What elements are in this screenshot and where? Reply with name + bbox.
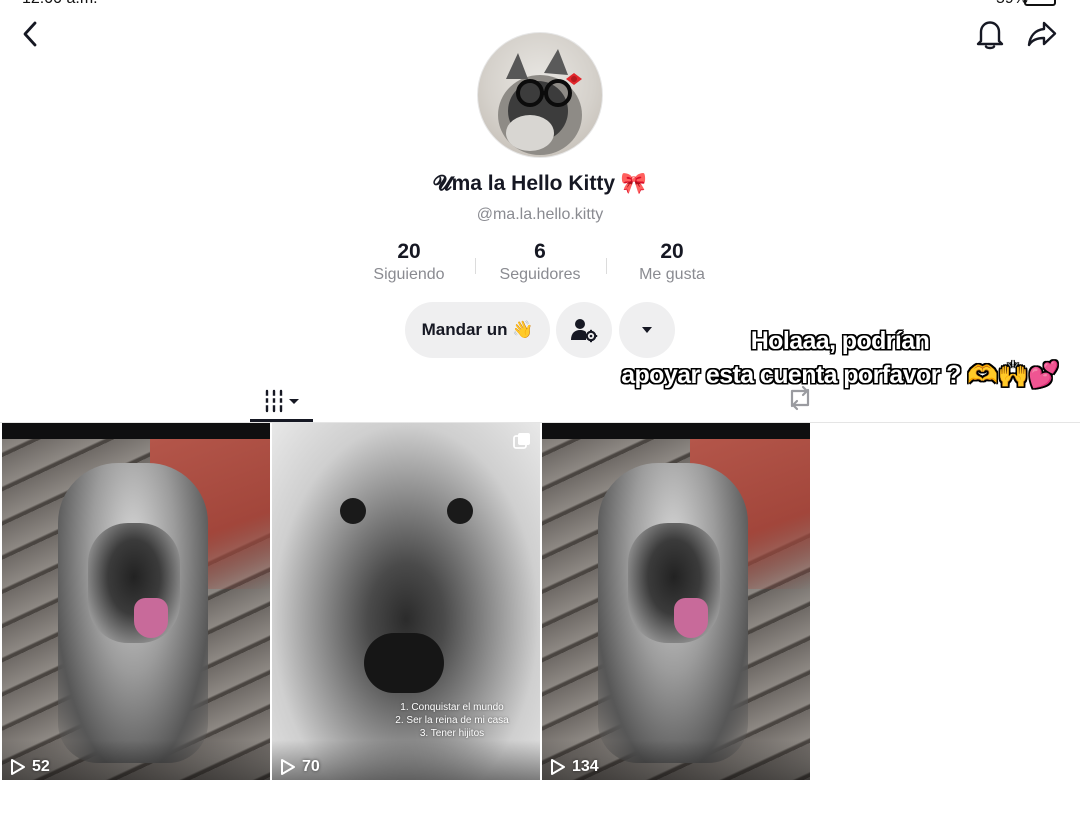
profile-display-name: 𝓤ma la Hello Kitty 🎀 [433, 172, 647, 195]
video-view-count-value: 52 [32, 758, 50, 775]
play-icon [11, 759, 25, 775]
stat-following-count: 20 [397, 240, 421, 263]
back-button[interactable] [10, 14, 50, 54]
tab-reposts[interactable] [782, 380, 818, 416]
stat-following-label: Siguiendo [373, 266, 445, 283]
video-view-count: 52 [10, 758, 50, 776]
notifications-button[interactable] [970, 14, 1010, 54]
dog-tongue [674, 598, 708, 638]
video-thumbnail[interactable]: 134 [542, 423, 810, 780]
status-time: 12:00 a.m. [22, 0, 98, 8]
share-button[interactable] [1022, 14, 1062, 54]
bell-icon [976, 21, 1004, 50]
share-arrow-icon [1027, 21, 1057, 47]
video-thumbnail[interactable]: 52 [2, 423, 270, 780]
video-view-count: 134 [550, 758, 599, 776]
caption-line: 3. Tener hijitos [419, 728, 485, 739]
thumbnail-letterbox [542, 423, 810, 439]
battery-icon [1024, 0, 1056, 6]
thumbnail-letterbox [2, 423, 270, 439]
profile-username: @ma.la.hello.kitty [476, 206, 604, 223]
video-view-count: 70 [280, 758, 320, 776]
dog-tongue [134, 598, 168, 638]
dog-avatar-image [498, 49, 582, 155]
dog-eye [340, 498, 366, 524]
stat-followers-count: 6 [534, 240, 546, 263]
stat-likes-label: Me gusta [639, 266, 705, 283]
caption-line: 1. Conquistar el mundo [400, 702, 504, 713]
tab-videos[interactable] [250, 380, 313, 422]
video-caption-overlay: 1. Conquistar el mundo 2. Ser la reina d… [377, 701, 527, 740]
person-gear-icon [571, 319, 598, 343]
status-bar: 12:00 a.m. 59% [0, 0, 1080, 8]
stat-followers[interactable]: 6 Seguidores [475, 240, 605, 284]
caption-line: 2. Ser la reina de mi casa [395, 715, 509, 726]
stat-likes-count: 20 [660, 240, 684, 263]
overlay-caption-line-1: Holaaa, podrían [750, 327, 930, 355]
chevron-left-icon [23, 21, 37, 47]
video-view-count-value: 70 [302, 758, 320, 775]
play-icon [281, 759, 295, 775]
overlay-caption: Holaaa, podrían apoyar esta cuenta porfa… [600, 324, 1080, 392]
stat-likes[interactable]: 20 Me gusta [607, 240, 737, 284]
stat-following[interactable]: 20 Siguiendo [344, 240, 474, 284]
video-view-count-value: 134 [572, 758, 599, 775]
stat-followers-label: Seguidores [499, 266, 581, 283]
video-thumbnail[interactable]: 1. Conquistar el mundo 2. Ser la reina d… [272, 423, 540, 780]
repost-icon [790, 385, 810, 411]
multi-photo-icon [513, 433, 530, 449]
play-icon [551, 759, 565, 775]
dog-nose [364, 633, 444, 693]
overlay-caption-line-2: apoyar esta cuenta porfavor ? 🫶🙌💕 [621, 361, 1059, 389]
avatar[interactable] [477, 32, 603, 158]
grid-bars-icon [263, 389, 299, 413]
dog-eye [447, 498, 473, 524]
send-message-button[interactable]: Mandar un 👋 [405, 302, 550, 358]
